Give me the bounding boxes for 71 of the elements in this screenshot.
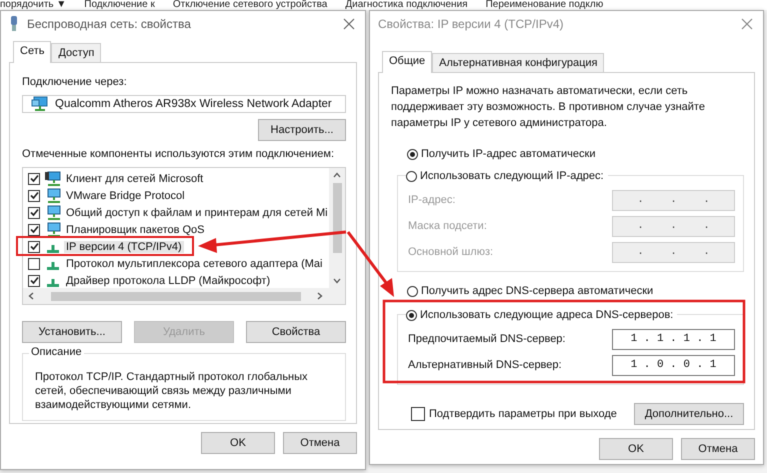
radio-option[interactable]: Получить адрес DNS-сервера автоматически [407,284,654,298]
checkbox[interactable] [28,224,40,236]
scroll-left-icon[interactable] [28,292,34,300]
field-label: Предпочитаемый DNS-сервер: [408,333,566,345]
scroll-thumb[interactable] [50,292,300,300]
checkbox[interactable] [28,240,40,252]
components-label: Отмеченные компоненты используются этим подключением: [22,147,336,161]
component-name: Клиент для сетей Microsoft [65,172,204,184]
checkbox[interactable] [28,172,40,184]
dialog-button[interactable]: Отмена [681,438,755,460]
checkbox[interactable] [28,258,40,270]
ip-address-field[interactable]: 1 . 0 . 0 . 1 [612,354,735,376]
tab[interactable]: Альтернативная конфигурация [432,53,604,72]
component-item[interactable]: Общий доступ к файлам и принтерам для сетей Mi [28,204,329,221]
field-label: IP-адрес: [408,194,456,206]
component-name: Планировщик пакетов QoS [65,224,206,236]
vertical-scrollbar[interactable] [329,168,345,288]
dialog-button[interactable]: Отмена [283,432,357,454]
network-protocol-icon [47,262,59,270]
checkbox[interactable] [28,190,40,202]
component-name: Общий доступ к файлам и принтерам для сетей Mi [65,206,329,218]
validate-checkbox[interactable]: Подтвердить параметры при выходе [411,407,617,421]
component-item[interactable]: VMware Bridge Protocol [28,187,187,204]
component-name: VMware Bridge Protocol [65,190,186,202]
field-label: Маска подсети: [408,220,487,232]
component-item[interactable]: IP версии 4 (TCP/IPv4) [28,238,184,255]
network-protocol-icon [47,279,59,287]
dialog-button[interactable]: OK [599,438,673,460]
checkbox[interactable] [28,206,40,218]
ip-address-field[interactable]: 1 . 1 . 1 . 1 [612,328,735,350]
scroll-down-icon[interactable] [333,278,341,284]
close-icon[interactable] [741,18,753,30]
radio-option[interactable]: Использовать следующий IP-адрес: [406,169,608,183]
action-button[interactable]: Установить... [22,321,122,343]
component-name: IP версии 4 (TCP/IPv4) [64,240,184,252]
advanced-button[interactable]: Дополнительно... [634,403,744,425]
scroll-up-icon[interactable] [333,172,341,178]
network-protocol-icon [47,245,59,253]
radio-option[interactable]: Использовать следующие адреса DNS-серверов: [406,308,678,322]
component-item[interactable]: Клиент для сетей Microsoft [28,170,206,187]
tab[interactable]: Общие [382,51,432,73]
tab[interactable]: Доступ [51,43,102,62]
component-name: Драйвер протокола LLDP (Майкрософт) [65,274,272,286]
window-title: Беспроводная сеть: свойства [27,17,192,31]
radio-option[interactable]: Получить IP-адрес автоматически [407,147,596,161]
action-button[interactable]: Свойства [246,321,346,343]
toolbar-item[interactable]: Подключение к [84,0,155,10]
intro-text: Параметры IP можно назначать автоматически, если сеть поддерживает эту возможность. В противном случае узнайте параметры IP у сетевого администратора. [391,84,706,131]
group-title: Описание [29,346,84,358]
configure-button[interactable]: Настроить... [258,119,346,141]
connect-label: Подключение через: [22,75,128,89]
field-label: Основной шлюз: [408,246,494,258]
scroll-thumb[interactable] [332,183,342,253]
component-item[interactable]: Драйвер протокола LLDP (Майкрософт) [28,272,272,288]
toolbar-item[interactable]: порядочить ▼ [0,0,66,10]
dialog-button[interactable]: OK [201,432,275,454]
checkbox[interactable] [28,274,40,286]
computer-network-icon [44,170,62,186]
toolbar-item[interactable]: Переименование подклю [486,0,604,10]
close-icon[interactable] [343,18,355,30]
horizontal-scrollbar[interactable] [23,288,345,304]
component-item[interactable]: Планировщик пакетов QoS [28,221,207,238]
adapter-name: Qualcomm Atheros AR938x Wireless Network Adapter [55,98,332,110]
component-item[interactable]: Протокол мультиплексора сетевого адаптера (Mai [28,255,324,272]
window-title: Свойства: IP версии 4 (TCP/IPv4) [378,17,564,31]
component-name: Протокол мультиплексора сетевого адаптера (Mai [65,258,324,270]
field-label: Альтернативный DNS-сервер: [408,359,562,371]
tab[interactable]: Сеть [13,41,52,63]
scroll-right-icon[interactable] [317,292,323,300]
toolbar-item[interactable]: Диагностика подключения [345,0,468,10]
description-text: Протокол TCP/IP. Стандартный протокол глобальных сетей, обеспечивающий связь между различными взаимодействующими сетями. [35,370,309,412]
